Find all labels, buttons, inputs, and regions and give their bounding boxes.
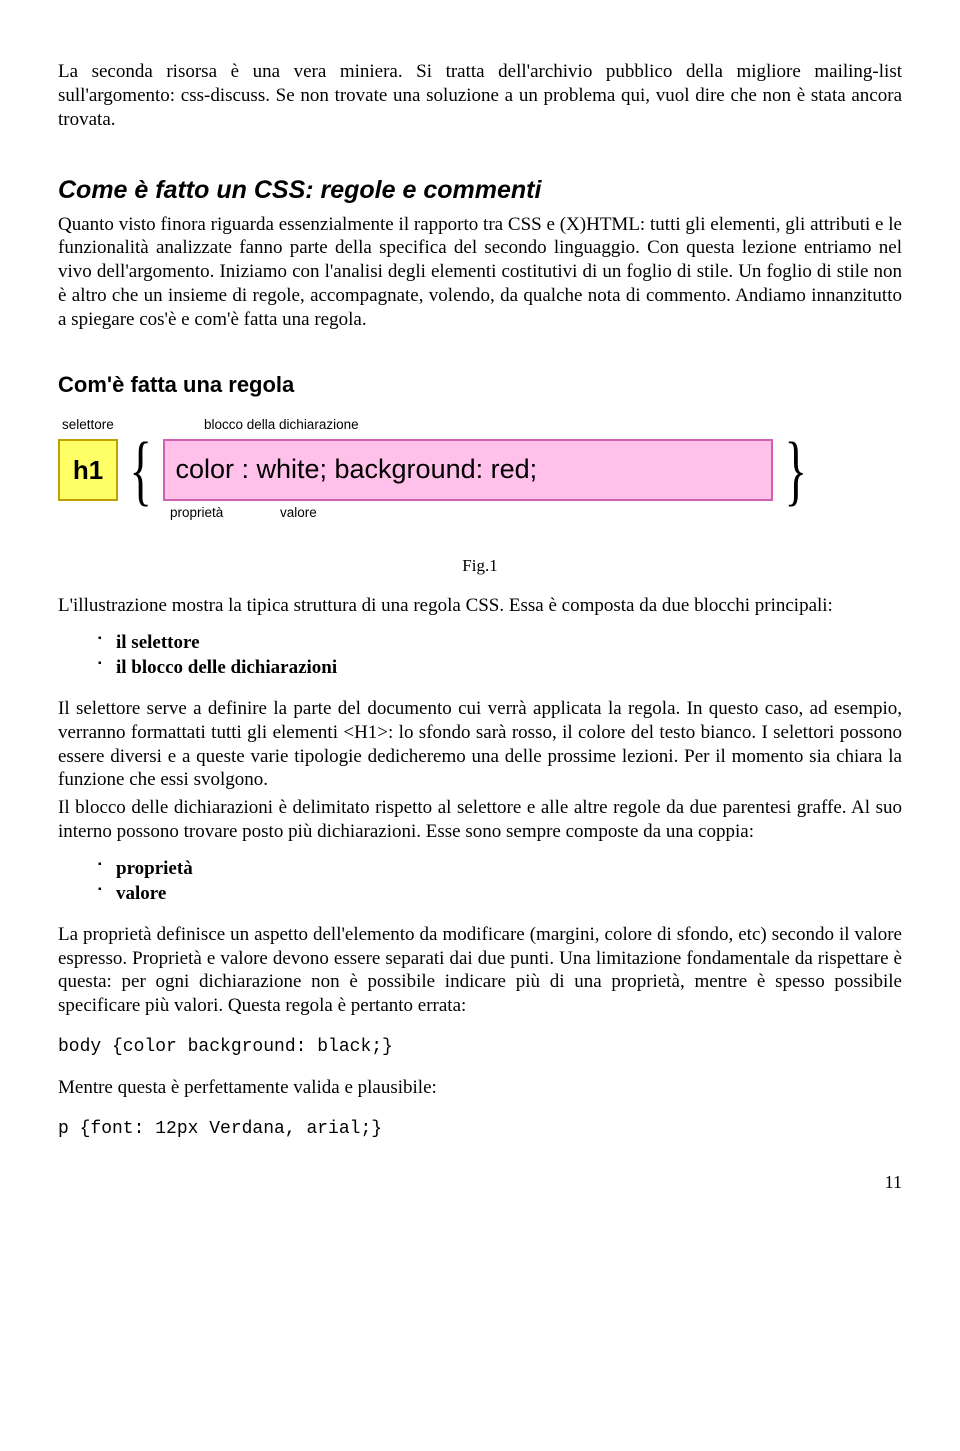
- paragraph-after-figure: L'illustrazione mostra la tipica struttu…: [58, 594, 902, 618]
- section-title-rule-structure: Com'è fatta una regola: [58, 371, 902, 399]
- diagram-close-brace-icon: }: [782, 439, 809, 501]
- page-number: 11: [58, 1171, 902, 1194]
- paragraph-blocco: Il blocco delle dichiarazioni è delimita…: [58, 796, 902, 844]
- list-item: il selettore: [98, 630, 902, 656]
- css-rule-diagram: selettore blocco della dichiarazione h1 …: [58, 417, 902, 527]
- diagram-label-proprieta: proprietà: [170, 505, 223, 522]
- diagram-label-valore: valore: [280, 505, 317, 522]
- intro-paragraph: La seconda risorsa è una vera miniera. S…: [58, 60, 902, 131]
- diagram-open-brace-icon: {: [127, 439, 154, 501]
- bullet-list-blocks: il selettore il blocco delle dichiarazio…: [58, 630, 902, 681]
- bullet-list-pair: proprietà valore: [58, 856, 902, 907]
- code-example-valid: p {font: 12px Verdana, arial;}: [58, 1118, 902, 1141]
- paragraph-valid-intro: Mentre questa è perfettamente valida e p…: [58, 1076, 902, 1100]
- list-item: proprietà: [98, 856, 902, 882]
- section1-body: Quanto visto finora riguarda essenzialme…: [58, 213, 902, 332]
- list-item: valore: [98, 881, 902, 907]
- paragraph-selettore: Il selettore serve a definire la parte d…: [58, 697, 902, 792]
- paragraph-proprieta: La proprietà definisce un aspetto dell'e…: [58, 923, 902, 1018]
- diagram-label-blocco: blocco della dichiarazione: [204, 417, 359, 434]
- diagram-declaration-box: color : white; background: red;: [163, 439, 772, 501]
- diagram-label-selettore: selettore: [62, 417, 114, 434]
- code-example-invalid: body {color background: black;}: [58, 1036, 902, 1059]
- section-title-css-rules: Come è fatto un CSS: regole e commenti: [58, 175, 902, 206]
- figure-caption: Fig.1: [58, 555, 902, 576]
- list-item: il blocco delle dichiarazioni: [98, 655, 902, 681]
- diagram-selector-box: h1: [58, 439, 118, 501]
